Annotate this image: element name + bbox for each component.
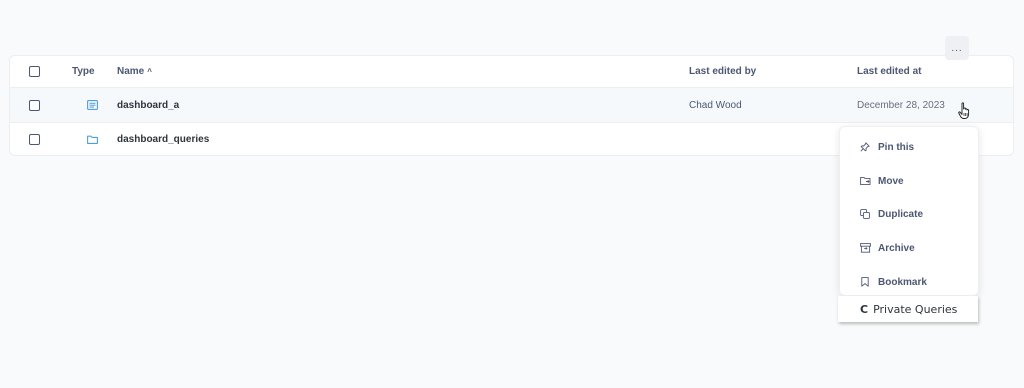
row-editor: Chad Wood [689,88,839,122]
row-checkbox[interactable] [29,99,40,111]
menu-item-archive[interactable]: Archive [840,234,978,262]
collection-letter-icon: C [860,302,869,316]
row-checkbox-cell[interactable] [29,122,49,156]
sort-ascending-icon: ^ [147,67,152,76]
header-last-edited-at[interactable]: Last edited at [857,56,967,87]
menu-item-label: Archive [878,242,915,254]
row-checkbox-cell[interactable] [29,88,49,122]
drag-preview-label: Private Queries [873,302,958,316]
menu-item-pin[interactable]: Pin this [840,133,978,161]
menu-item-label: Bookmark [878,276,927,288]
header-last-edited-by[interactable]: Last edited by [689,56,839,87]
menu-item-duplicate[interactable]: Duplicate [840,200,978,228]
row-name[interactable]: dashboard_queries [117,122,317,156]
row-type [72,122,112,156]
archive-icon [859,242,871,254]
last-edited-at: December 28, 2023 [857,99,945,111]
move-icon [859,175,871,187]
actions-menu: Pin this Move Duplicate Archive Bookmark [839,126,979,296]
menu-item-label: Pin this [878,141,915,153]
pin-icon [859,141,871,153]
select-all-checkbox-cell[interactable] [29,56,49,87]
item-name[interactable]: dashboard_queries [117,134,209,145]
drag-preview-chip: C Private Queries [838,296,978,322]
last-edited-by: Chad Wood [689,99,742,111]
item-name[interactable]: dashboard_a [117,100,179,111]
row-edited-at: December 28, 2023 [857,88,967,122]
menu-item-bookmark[interactable]: Bookmark [840,268,978,296]
dashboard-icon [72,100,112,110]
header-name[interactable]: Name ^ [117,56,317,87]
bookmark-icon [859,276,871,288]
more-actions-button[interactable]: ... [945,36,969,60]
folder-icon [72,135,112,144]
menu-item-label: Move [878,175,904,187]
menu-item-move[interactable]: Move [840,167,978,195]
table-row[interactable]: dashboard_a Chad Wood December 28, 2023 [10,87,1013,123]
row-editor [689,122,839,156]
row-type [72,88,112,122]
row-name[interactable]: dashboard_a [117,88,317,122]
select-all-checkbox[interactable] [29,66,40,77]
header-name-label: Name [117,66,145,77]
duplicate-icon [859,208,871,220]
hand-cursor-icon [958,102,972,125]
table-header: Type Name ^ Last edited by Last edited a… [10,56,1013,87]
row-checkbox[interactable] [29,133,40,145]
menu-item-label: Duplicate [878,208,924,220]
header-type: Type [72,66,95,77]
